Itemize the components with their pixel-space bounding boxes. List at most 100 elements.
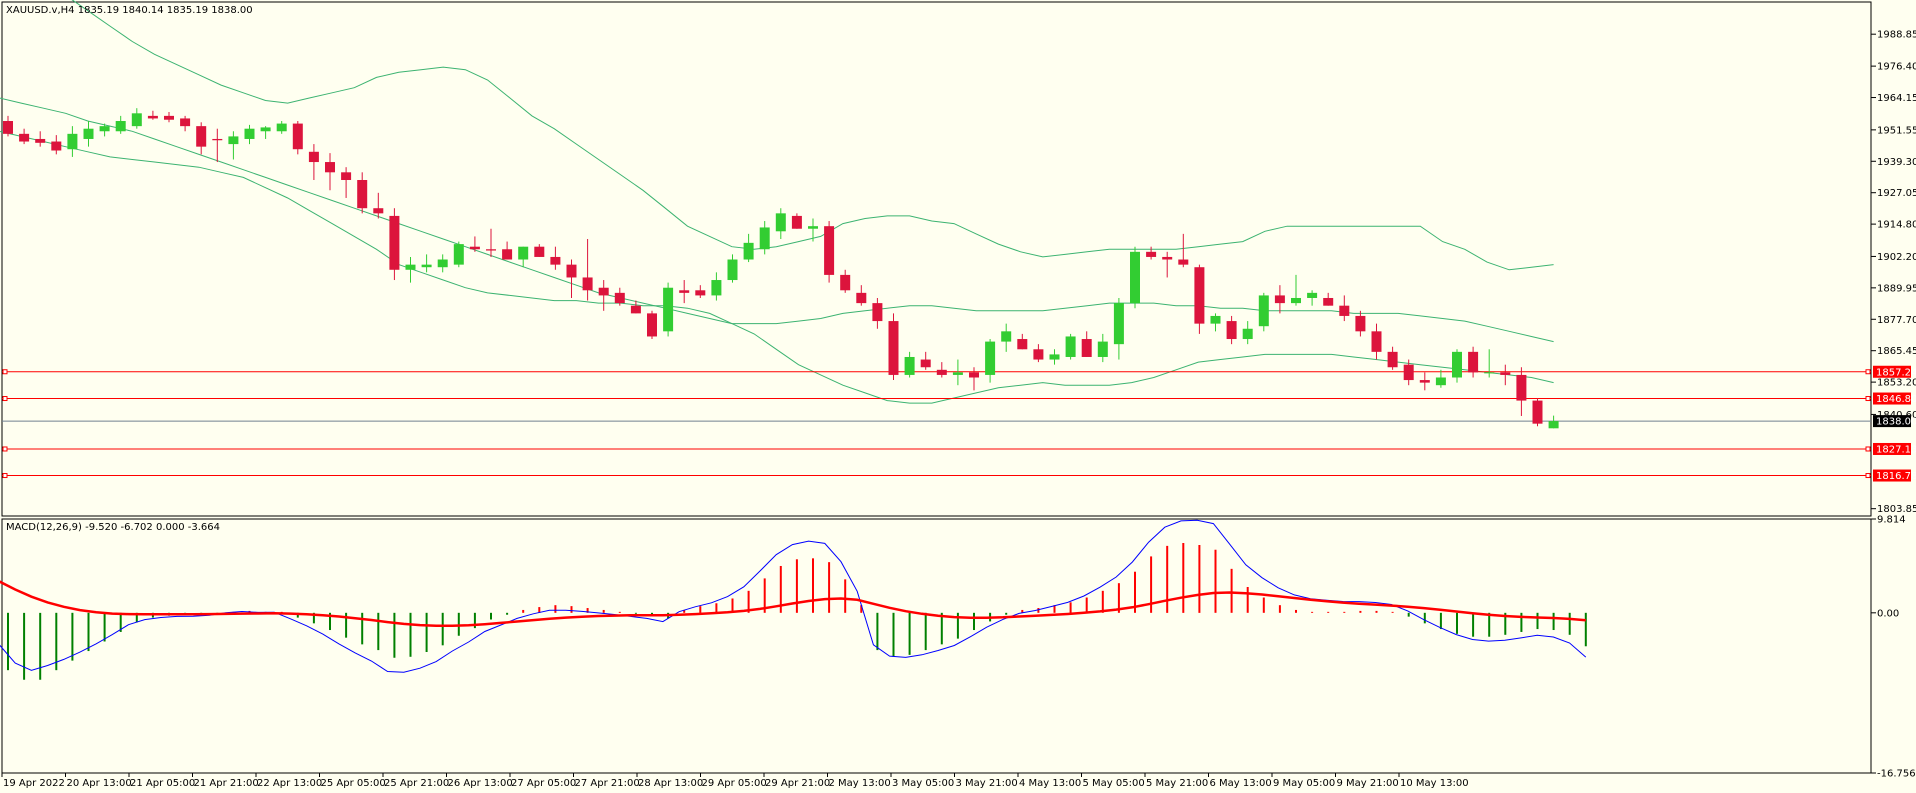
candle <box>663 282 674 337</box>
candle-body <box>888 321 899 375</box>
candle-body <box>1435 377 1446 386</box>
candle-body <box>614 292 625 304</box>
candle-body <box>1403 364 1414 381</box>
price-tag: 1827.13 <box>1873 442 1916 455</box>
time-tick-label: 21 Apr 21:00 <box>194 778 259 789</box>
candle-body <box>1387 351 1398 368</box>
candle <box>888 313 899 381</box>
price-tag-text: 1816.78 <box>1876 471 1916 482</box>
candle-body <box>1371 331 1382 352</box>
candle-body <box>1033 349 1044 360</box>
price-tick-label: 1976.40 <box>1877 62 1916 73</box>
candle-body <box>1339 305 1350 316</box>
candle-body <box>1162 256 1173 260</box>
price-tick-label: 1951.55 <box>1877 125 1916 136</box>
candle-body <box>389 215 400 270</box>
candle-body <box>292 123 303 150</box>
candle-body <box>952 372 963 375</box>
candle-body <box>325 162 335 173</box>
candle-body <box>791 215 802 229</box>
candle-body <box>1242 328 1253 340</box>
macd-tick-label: -16.756 <box>1877 769 1916 780</box>
candle-body <box>775 213 786 232</box>
candle-body <box>341 172 352 181</box>
price-tick-label: 1964.15 <box>1877 93 1916 104</box>
candle-body <box>1001 331 1012 342</box>
time-tick-label: 25 Apr 05:00 <box>321 778 386 789</box>
price-tick-label: 1877.70 <box>1877 315 1916 326</box>
level-handle[interactable] <box>2 473 8 479</box>
candle-body <box>19 133 30 142</box>
candle-body <box>711 280 722 296</box>
candle <box>1194 264 1205 334</box>
candle-body <box>872 303 883 322</box>
candle-body <box>164 115 174 120</box>
time-tick-label: 26 Apr 13:00 <box>448 778 513 789</box>
candle-body <box>1532 400 1543 424</box>
candle-body <box>808 226 818 229</box>
candle-body <box>1210 315 1221 324</box>
price-tag-text: 1857.24 <box>1876 367 1916 378</box>
level-handle[interactable] <box>2 369 8 375</box>
price-tick-label: 1853.20 <box>1877 378 1916 389</box>
time-tick-label: 19 Apr 2022 <box>3 778 65 789</box>
candle <box>647 310 657 340</box>
candle-body <box>469 246 480 250</box>
level-handle[interactable] <box>1865 473 1871 479</box>
price-tick-label: 1902.20 <box>1877 252 1916 263</box>
level-handle[interactable] <box>1865 369 1871 375</box>
candle-body <box>1194 267 1205 324</box>
price-tick-label: 1914.80 <box>1877 220 1916 231</box>
candle-body <box>1065 336 1076 357</box>
candle-body <box>904 356 915 375</box>
price-tag-text: 1827.13 <box>1876 444 1916 455</box>
time-tick-label: 29 Apr 05:00 <box>702 778 767 789</box>
candle <box>389 208 400 281</box>
candle-body <box>437 259 448 268</box>
chart-canvas: XAUUSD.v,H4 1835.19 1840.14 1835.19 1838… <box>0 0 1916 793</box>
candle-body <box>1258 295 1269 327</box>
candle-body <box>840 274 851 291</box>
level-handle[interactable] <box>1865 446 1871 452</box>
candle-body <box>373 208 384 214</box>
candle-body <box>115 121 126 132</box>
candle-body <box>67 133 78 150</box>
candle-body <box>502 249 513 260</box>
level-handle[interactable] <box>1865 396 1871 402</box>
macd-label: MACD(12,26,9) -9.520 -6.702 0.000 -3.664 <box>6 522 220 533</box>
candle-body <box>1097 341 1108 357</box>
candle-body <box>1274 295 1285 304</box>
price-tick-label: 1889.95 <box>1877 283 1916 294</box>
candle <box>1065 333 1076 360</box>
level-handle[interactable] <box>2 396 8 402</box>
candle-body <box>1307 292 1318 298</box>
candle-body <box>969 372 979 378</box>
time-tick-label: 28 Apr 13:00 <box>638 778 703 789</box>
level-handle[interactable] <box>2 446 8 452</box>
candle-body <box>228 136 239 145</box>
candle-body <box>1291 297 1301 304</box>
candle-body <box>276 123 287 132</box>
candle-body <box>1548 421 1559 429</box>
time-tick-label: 3 May 21:00 <box>956 778 1018 789</box>
candle-body <box>743 242 754 260</box>
time-tick-label: 25 Apr 21:00 <box>384 778 449 789</box>
price-tag: 1816.78 <box>1873 469 1916 482</box>
candle-body <box>486 249 496 251</box>
time-tick-label: 27 Apr 21:00 <box>575 778 640 789</box>
candle-body <box>856 292 867 304</box>
price-tag-text: 1838.00 <box>1876 417 1916 428</box>
candle-body <box>1484 372 1495 374</box>
time-tick-label: 27 Apr 05:00 <box>511 778 576 789</box>
candle-body <box>1017 339 1028 350</box>
candle-body <box>1049 354 1060 360</box>
candle-body <box>1323 297 1334 306</box>
time-tick-label: 3 May 05:00 <box>892 778 954 789</box>
candle-body <box>920 359 931 368</box>
candle <box>1532 398 1543 427</box>
candle-body <box>1113 303 1124 345</box>
candle-body <box>566 264 577 278</box>
candle <box>824 221 835 283</box>
price-tag-text: 1846.80 <box>1876 394 1916 405</box>
time-tick-label: 5 May 21:00 <box>1146 778 1208 789</box>
